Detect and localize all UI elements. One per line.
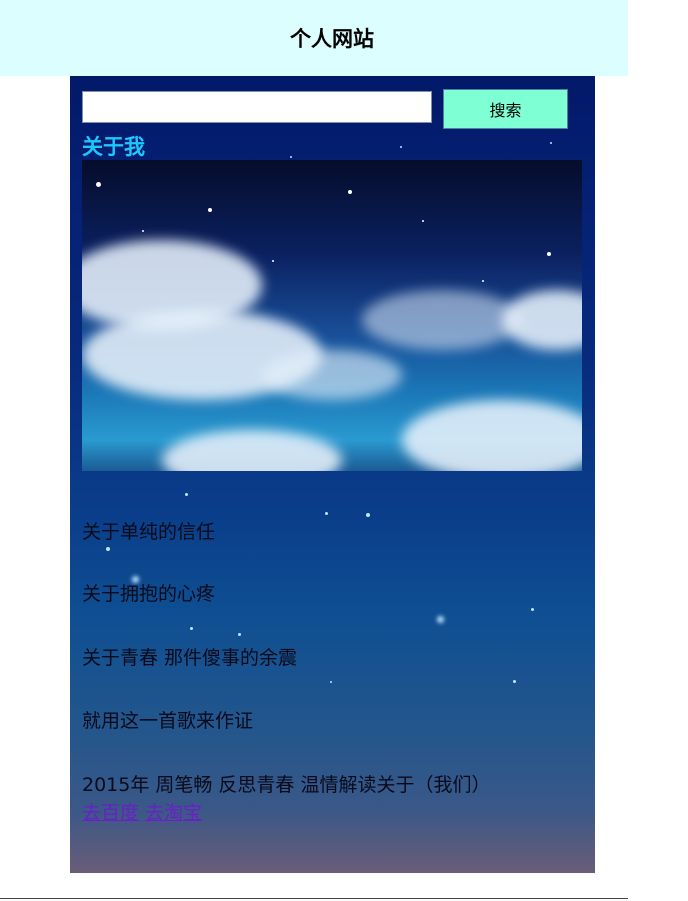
main-content: 搜索 关于我 关于单纯的信任 关于拥抱的心疼 关于青春 那件傻事的余震 就用这一…	[70, 76, 595, 873]
star-decoration	[513, 680, 516, 683]
cloud-shape	[402, 400, 582, 471]
about-heading: 关于我	[82, 135, 145, 159]
star-decoration	[400, 146, 402, 148]
search-button[interactable]: 搜索	[443, 89, 568, 129]
star-decoration	[190, 627, 193, 630]
bottom-divider	[0, 898, 628, 899]
cloud-shape	[162, 430, 342, 471]
star-decoration	[482, 280, 484, 282]
star-decoration	[272, 260, 274, 262]
star-decoration	[330, 681, 332, 683]
link-baidu[interactable]: 去百度	[82, 802, 139, 824]
link-row: 去百度 去淘宝	[82, 798, 208, 825]
star-decoration	[106, 547, 110, 551]
site-header: 个人网站	[0, 0, 628, 76]
cloud-shape	[362, 290, 522, 350]
star-decoration	[96, 182, 101, 187]
star-decoration	[142, 230, 144, 232]
star-decoration	[325, 512, 328, 515]
text-line: 2015年 周笔畅 反思青春 温情解读关于（我们）	[82, 774, 491, 796]
star-decoration	[238, 633, 241, 636]
cloud-shape	[262, 350, 402, 400]
star-decoration	[437, 616, 444, 623]
star-decoration	[185, 493, 188, 496]
search-input[interactable]	[82, 91, 432, 123]
starry-sky-image	[82, 160, 582, 471]
star-decoration	[366, 513, 370, 517]
star-decoration	[531, 608, 534, 611]
cloud-shape	[502, 290, 582, 350]
star-decoration	[422, 220, 424, 222]
text-line: 关于拥抱的心疼	[82, 583, 216, 605]
star-decoration	[550, 142, 552, 144]
site-title: 个人网站	[290, 27, 374, 51]
text-line: 关于青春 那件傻事的余震	[82, 647, 298, 669]
star-decoration	[208, 208, 212, 212]
star-decoration	[290, 156, 292, 158]
star-decoration	[547, 252, 551, 256]
link-taobao[interactable]: 去淘宝	[145, 802, 202, 824]
text-line: 就用这一首歌来作证	[82, 710, 254, 732]
star-decoration	[348, 190, 352, 194]
text-line: 关于单纯的信任	[82, 521, 216, 543]
